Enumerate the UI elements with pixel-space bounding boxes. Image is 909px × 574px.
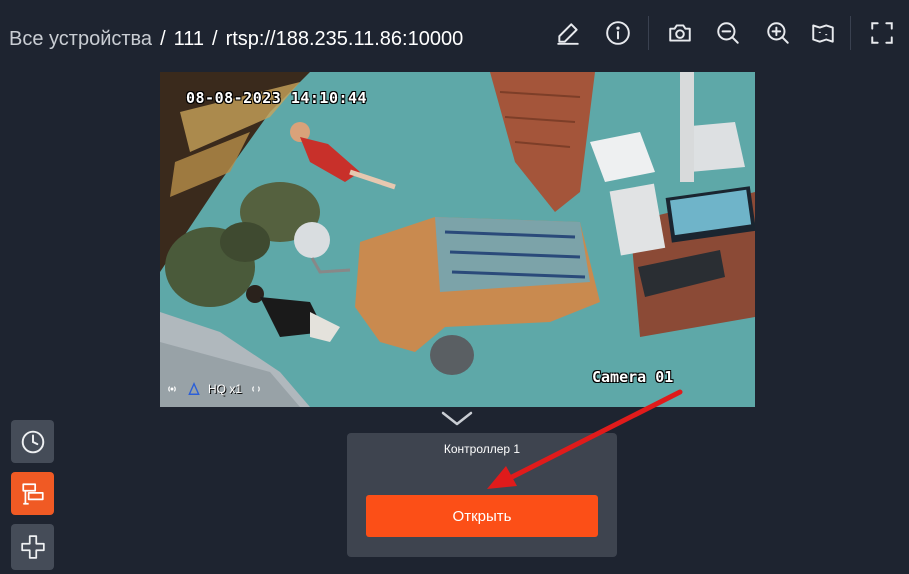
breadcrumb-all-devices[interactable]: Все устройства — [9, 28, 152, 51]
audio-icon[interactable] — [248, 381, 264, 397]
controller-icon — [21, 482, 44, 505]
quality-label[interactable]: HQ x1 — [208, 382, 242, 396]
info-icon[interactable] — [604, 19, 632, 47]
breadcrumb-device: rtsp://188.235.11.86:10000 — [225, 27, 464, 50]
archive-button[interactable] — [11, 420, 54, 463]
camera-video-feed[interactable]: 08-08-2023 14:10:44 Camera 01 HQ x1 — [160, 72, 755, 407]
fullscreen-icon[interactable] — [868, 19, 896, 47]
camera-snapshot-icon[interactable] — [666, 19, 694, 47]
camera-frame-image — [160, 72, 755, 407]
open-button[interactable]: Открыть — [366, 495, 598, 537]
top-bar: Все устройства / 111 / rtsp://188.235.11… — [0, 0, 909, 72]
video-status-bar: HQ x1 — [164, 378, 264, 400]
zoom-out-icon[interactable] — [714, 19, 742, 47]
edit-icon[interactable] — [554, 19, 582, 47]
toolbar-divider — [648, 16, 649, 50]
chevron-down-icon[interactable] — [439, 408, 475, 430]
clock-icon — [21, 430, 44, 453]
toolbar-divider — [850, 16, 851, 50]
ptz-button[interactable] — [11, 524, 54, 570]
breadcrumb-separator: / — [160, 27, 166, 50]
map-icon[interactable] — [809, 19, 837, 47]
breadcrumb: Все устройства / 111 / rtsp://188.235.11… — [9, 24, 463, 54]
breadcrumb-group[interactable]: 111 — [174, 28, 204, 51]
controller-title: Контроллер 1 — [443, 442, 521, 456]
video-timestamp: 08-08-2023 14:10:44 — [186, 89, 368, 107]
controller-button[interactable] — [11, 472, 54, 515]
breadcrumb-separator: / — [212, 27, 218, 50]
zoom-in-icon[interactable] — [764, 19, 792, 47]
controller-panel: Контроллер 1 Открыть — [347, 433, 617, 557]
signal-icon — [164, 381, 180, 397]
ptz-icon — [20, 535, 45, 559]
user-icon — [186, 381, 202, 397]
video-camera-label: Camera 01 — [592, 368, 674, 386]
